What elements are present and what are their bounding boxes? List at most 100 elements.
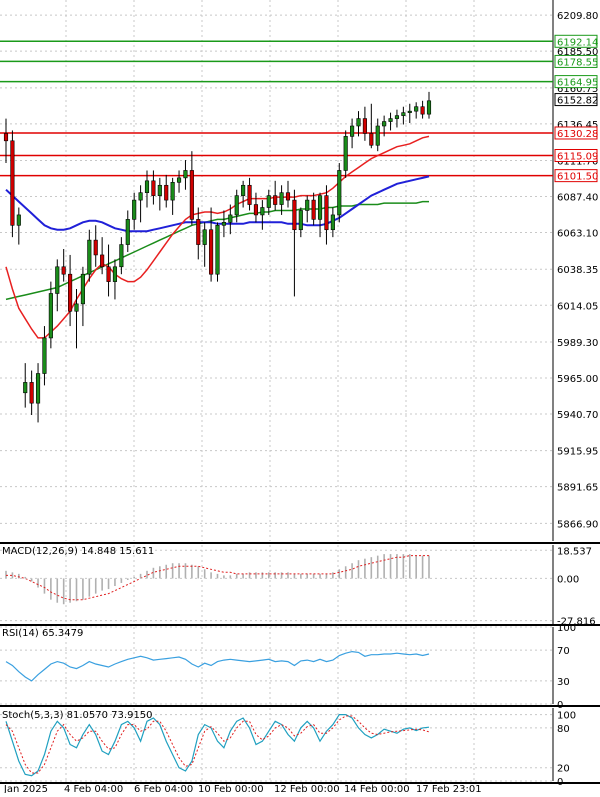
stoch-y-tick-label: 20 xyxy=(557,764,570,775)
candle-body xyxy=(61,266,66,275)
candle-body xyxy=(420,106,425,115)
candle-body xyxy=(196,219,201,245)
y-tick-label: 5866.90 xyxy=(557,519,598,530)
candle-body xyxy=(93,239,98,256)
candle-body xyxy=(401,112,406,116)
y-tick-label: 5915.95 xyxy=(557,447,598,458)
candle-body xyxy=(87,239,92,275)
candle-body xyxy=(29,382,34,404)
y-tick-label: 5891.65 xyxy=(557,483,598,494)
candle-body xyxy=(68,273,73,312)
candle-body xyxy=(42,337,47,374)
candle-body xyxy=(10,140,15,226)
candle-body xyxy=(292,199,297,231)
candle-body xyxy=(215,224,220,275)
candle-body xyxy=(157,184,162,196)
level-label: 6130.28 xyxy=(557,129,598,140)
rsi-label: RSI(14) 65.3479 xyxy=(2,628,83,639)
candle-body xyxy=(80,273,85,305)
candle-body xyxy=(337,170,342,216)
y-tick-label: 6087.40 xyxy=(557,193,598,204)
current-price-label: 6152.82 xyxy=(557,96,598,107)
candle-body xyxy=(74,303,79,312)
candle-body xyxy=(394,115,400,119)
macd-y-tick-label: 0.00 xyxy=(557,574,579,585)
candle-body xyxy=(260,207,265,216)
candle-body xyxy=(164,184,169,201)
rsi-y-tick-label: 30 xyxy=(557,677,570,688)
candle-body xyxy=(100,254,105,268)
x-tick-label: 12 Feb 00:00 xyxy=(274,784,340,793)
rsi-y-tick-label: 70 xyxy=(557,646,570,657)
candle-body xyxy=(112,266,118,282)
candle-body xyxy=(362,118,367,134)
y-tick-label: 6038.35 xyxy=(557,265,598,276)
candle-body xyxy=(144,180,150,193)
candle-body xyxy=(132,199,137,220)
y-tick-label: 5965.00 xyxy=(557,374,598,385)
candle-body xyxy=(221,222,226,226)
y-tick-label: 5940.70 xyxy=(557,410,598,421)
candle-body xyxy=(426,100,432,115)
candle-body xyxy=(176,177,182,183)
candle-body xyxy=(305,199,310,211)
candle-body xyxy=(35,373,41,404)
trading-chart[interactable]: 6209.80 6185.50 6160.75 6136.45 6111.70 6087.… xyxy=(0,0,600,795)
chart-canvas[interactable]: 6209.806185.506160.756136.456111.706087.… xyxy=(0,0,600,795)
candle-body xyxy=(55,266,60,294)
candle-body xyxy=(414,106,419,112)
candle-body xyxy=(119,244,124,268)
candle-body xyxy=(234,195,239,216)
x-tick-label: 17 Feb 23:01 xyxy=(416,784,482,793)
level-label: 6178.55 xyxy=(557,57,598,68)
candle-body xyxy=(228,214,233,223)
x-tick-label: 31 Jan 2025 xyxy=(0,784,48,793)
candle-body xyxy=(317,195,323,220)
candle-body xyxy=(183,170,188,179)
candle-body xyxy=(241,184,246,196)
candle-body xyxy=(266,195,271,208)
candle-body xyxy=(3,133,9,142)
stoch-y-tick-label: 100 xyxy=(557,711,576,722)
level-label: 6101.50 xyxy=(557,172,598,183)
candle-body xyxy=(356,118,361,127)
candle-body xyxy=(170,182,175,201)
candle-body xyxy=(279,192,284,205)
candle-body xyxy=(209,229,214,275)
candle-body xyxy=(298,210,303,231)
stoch-y-tick-label: 80 xyxy=(557,724,570,735)
level-label: 6192.14 xyxy=(557,37,598,48)
stoch-y-tick-label: 0 xyxy=(557,777,563,788)
candle-body xyxy=(407,110,412,113)
rsi-y-tick-label: 100 xyxy=(557,623,576,634)
candle-body xyxy=(189,170,194,220)
candle-body xyxy=(23,382,28,394)
candle-body xyxy=(375,125,380,146)
y-tick-label: 6063.10 xyxy=(557,229,598,240)
x-tick-label: 14 Feb 00:00 xyxy=(344,784,410,793)
x-tick-label: 6 Feb 04:00 xyxy=(134,784,193,793)
y-tick-label: 5989.30 xyxy=(557,338,598,349)
candle-body xyxy=(16,214,21,226)
candle-body xyxy=(202,229,207,245)
y-tick-label: 6209.80 xyxy=(557,11,598,22)
macd-label: MACD(12,26,9) 14.848 15.611 xyxy=(2,546,154,557)
candle-body xyxy=(48,293,53,339)
stoch-label: Stoch(5,3,3) 81.0570 73.9150 xyxy=(2,710,153,721)
x-tick-label: 10 Feb 00:00 xyxy=(198,784,264,793)
candle-body xyxy=(285,192,291,201)
candle-body xyxy=(311,199,316,220)
candle-body xyxy=(151,180,156,196)
y-tick-label: 6014.05 xyxy=(557,301,598,312)
candle-body xyxy=(330,214,335,231)
candle-body xyxy=(138,192,143,201)
candle-body xyxy=(382,121,387,127)
x-tick-label: 4 Feb 04:00 xyxy=(64,784,123,793)
candle-body xyxy=(343,136,348,171)
candle-body xyxy=(247,184,252,205)
candle-body xyxy=(253,204,259,216)
candle-body xyxy=(350,125,355,137)
candle-body xyxy=(125,219,130,245)
candle-body xyxy=(369,133,374,146)
level-label: 6115.09 xyxy=(557,151,598,162)
